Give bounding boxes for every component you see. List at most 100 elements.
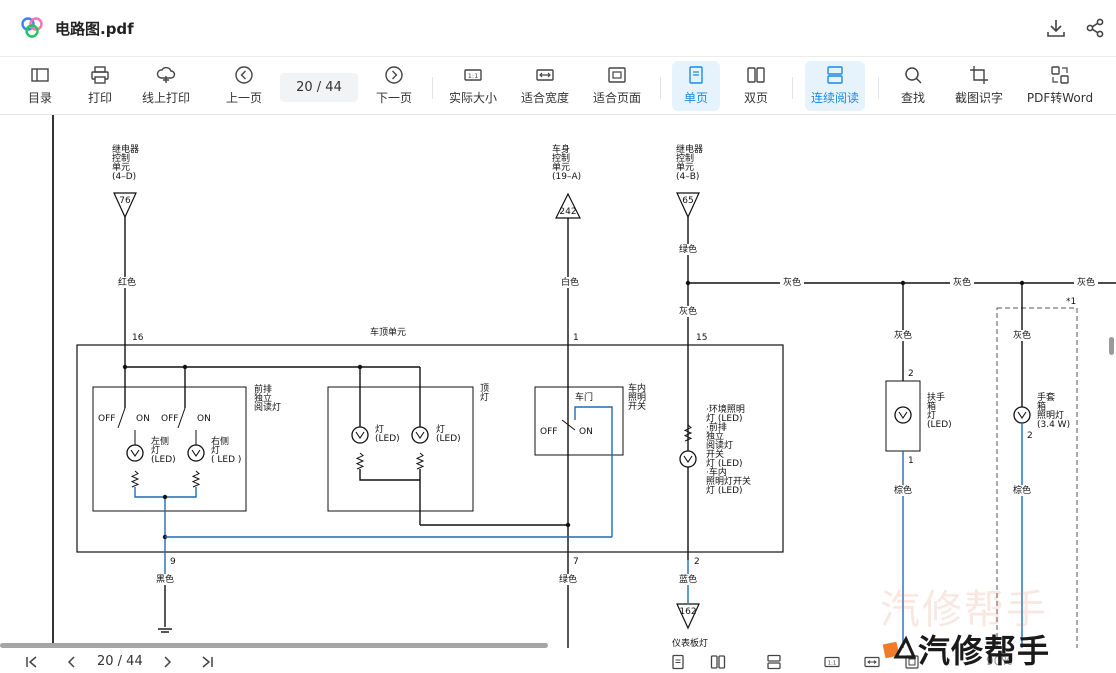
fit-page-icon: [608, 67, 626, 83]
single-page-icon: [689, 66, 703, 84]
continuous-small-icon[interactable]: [766, 654, 782, 670]
wire-label-brown: 棕色: [894, 484, 912, 496]
wire-label-white: 白色: [561, 276, 579, 288]
wiring-diagram: 继电器控制单元(4–D) 车身控制单元(19–A) 继电器控制单元(4–B) 76 24…: [76, 143, 1116, 648]
pin-label: 1: [573, 333, 579, 343]
document-viewer[interactable]: 继电器控制单元(4–D) 车身控制单元(19–A) 继电器控制单元(4–B) 76 24…: [0, 115, 1116, 648]
single-page-button[interactable]: 单页: [672, 61, 720, 111]
interior-light-switch-label: 车内照明开关: [628, 382, 646, 412]
next-page-button[interactable]: 下一页: [374, 61, 414, 111]
junction-dot: [162, 494, 168, 500]
ambient-lamp: [679, 450, 697, 468]
front-reading-lamp-box: [92, 386, 247, 512]
wire-label-black: 黑色: [156, 573, 174, 585]
online-print-button[interactable]: 线上打印: [139, 61, 193, 111]
continuous-reading-button[interactable]: 连续阅读: [805, 61, 865, 111]
actual-size-label: 实际大小: [448, 91, 497, 105]
next-page-small-icon[interactable]: [159, 654, 175, 670]
last-page-icon[interactable]: [199, 654, 215, 670]
fit-width-button[interactable]: 适合宽度: [519, 61, 571, 111]
download-icon[interactable]: [1045, 17, 1067, 39]
horizontal-scrollbar[interactable]: [0, 643, 548, 648]
prev-page-button[interactable]: 上一页: [224, 61, 264, 111]
actual-size-small-icon[interactable]: 1:1: [824, 654, 840, 670]
double-page-small-icon[interactable]: [710, 654, 726, 670]
prev-page-icon: [235, 66, 253, 84]
screenshot-ocr-label: 截图识字: [954, 91, 1003, 105]
switch-on-label: ON: [136, 414, 150, 424]
next-page-label: 下一页: [375, 91, 412, 105]
pdf-to-word-button[interactable]: PDF转Word: [1024, 61, 1096, 111]
svg-text:1:1: 1:1: [828, 661, 837, 667]
armrest-lamp-label: 扶手箱灯(LED): [927, 391, 952, 430]
pin-label: 1: [908, 456, 914, 466]
first-page-icon[interactable]: [24, 654, 40, 670]
wire-label-gray: 灰色: [953, 276, 971, 288]
instrument-panel-lamp-label: 仪表板灯: [672, 637, 708, 648]
door-switch-on-label: ON: [579, 427, 593, 437]
bottom-page-indicator[interactable]: 20 / 44: [97, 654, 143, 669]
door-switch-off-label: OFF: [540, 427, 557, 437]
continuous-reading-label: 连续阅读: [810, 91, 859, 105]
connector-pin-162-pin: 162: [679, 607, 696, 617]
switch-off-label: OFF: [161, 414, 178, 424]
screenshot-ocr-button[interactable]: 截图识字: [952, 61, 1006, 111]
left-lamp: [126, 444, 144, 462]
right-lamp: [187, 444, 205, 462]
search-button[interactable]: 查找: [896, 61, 930, 111]
next-page-icon: [385, 66, 403, 84]
ceiling-lamp-right: [411, 426, 429, 444]
double-page-button[interactable]: 双页: [735, 61, 777, 111]
crop-ocr-icon: [970, 66, 988, 84]
pin-label: 2: [694, 557, 700, 567]
search-icon: [905, 67, 922, 84]
pin-label: 7: [573, 557, 579, 567]
outline-button[interactable]: 目录: [24, 61, 56, 111]
wire-label-green: 绿色: [559, 573, 577, 585]
wire-label-gray: 灰色: [679, 305, 697, 317]
print-button[interactable]: 打印: [84, 61, 116, 111]
fit-width-small-icon[interactable]: [864, 654, 880, 670]
cloud-print-icon: [156, 66, 176, 83]
prev-page-small-icon[interactable]: [64, 654, 80, 670]
brand-logo-icon: [882, 635, 917, 659]
fit-page-button[interactable]: 适合页面: [591, 61, 643, 111]
note-mark: *1: [1066, 297, 1076, 307]
armrest-lamp: [894, 406, 912, 424]
print-label: 打印: [87, 91, 112, 105]
continuous-icon: [827, 66, 843, 84]
brand-text: 汽修帮手: [918, 632, 1051, 670]
wire-label-gray: 灰色: [1077, 276, 1095, 288]
wire-label-red: 红色: [118, 276, 136, 288]
wire-label-brown: 棕色: [1013, 484, 1031, 496]
pin-label: 15: [696, 333, 707, 343]
door-label: 车门: [575, 391, 593, 403]
wire-label-gray: 灰色: [1013, 329, 1031, 341]
share-icon[interactable]: [1084, 17, 1106, 39]
toolbar: 目录 打印 线上打印 上一页 20 / 44 下一页 1:1 实际大小 适合宽度…: [0, 57, 1116, 115]
single-page-small-icon[interactable]: [670, 654, 686, 670]
double-page-icon: [747, 67, 765, 83]
vertical-scrollbar[interactable]: [1109, 337, 1114, 355]
pdf-to-word-icon: [1051, 66, 1069, 84]
actual-size-button[interactable]: 1:1 实际大小: [447, 61, 499, 111]
switch-lever: [117, 407, 126, 429]
right-lamp-label: 右侧灯( LED ): [211, 435, 241, 465]
actual-size-icon: 1:1: [464, 69, 482, 81]
resistor-symbol: [355, 452, 365, 470]
page-number-input[interactable]: 20 / 44: [280, 73, 358, 102]
outline-label: 目录: [27, 91, 52, 105]
roof-unit-box: [76, 344, 784, 553]
online-print-label: 线上打印: [141, 91, 190, 105]
switch-on-label: ON: [197, 414, 211, 424]
search-label: 查找: [900, 91, 925, 105]
fit-width-icon: [536, 69, 554, 81]
toolbar-divider: [432, 77, 433, 99]
connector-pin-65-pin: 65: [682, 196, 693, 206]
document-title: 电路图.pdf: [55, 20, 134, 38]
wire-label-blue: 蓝色: [679, 573, 697, 585]
ambient-lamp-label: ·环境照明灯 (LED) ·前排独立阅读灯开关灯 (LED) ·车内照明灯开关灯 (…: [706, 403, 751, 496]
pin-label: 9: [170, 557, 176, 567]
junction-dot: [565, 522, 571, 528]
ceiling-lamp-box: [327, 386, 474, 512]
